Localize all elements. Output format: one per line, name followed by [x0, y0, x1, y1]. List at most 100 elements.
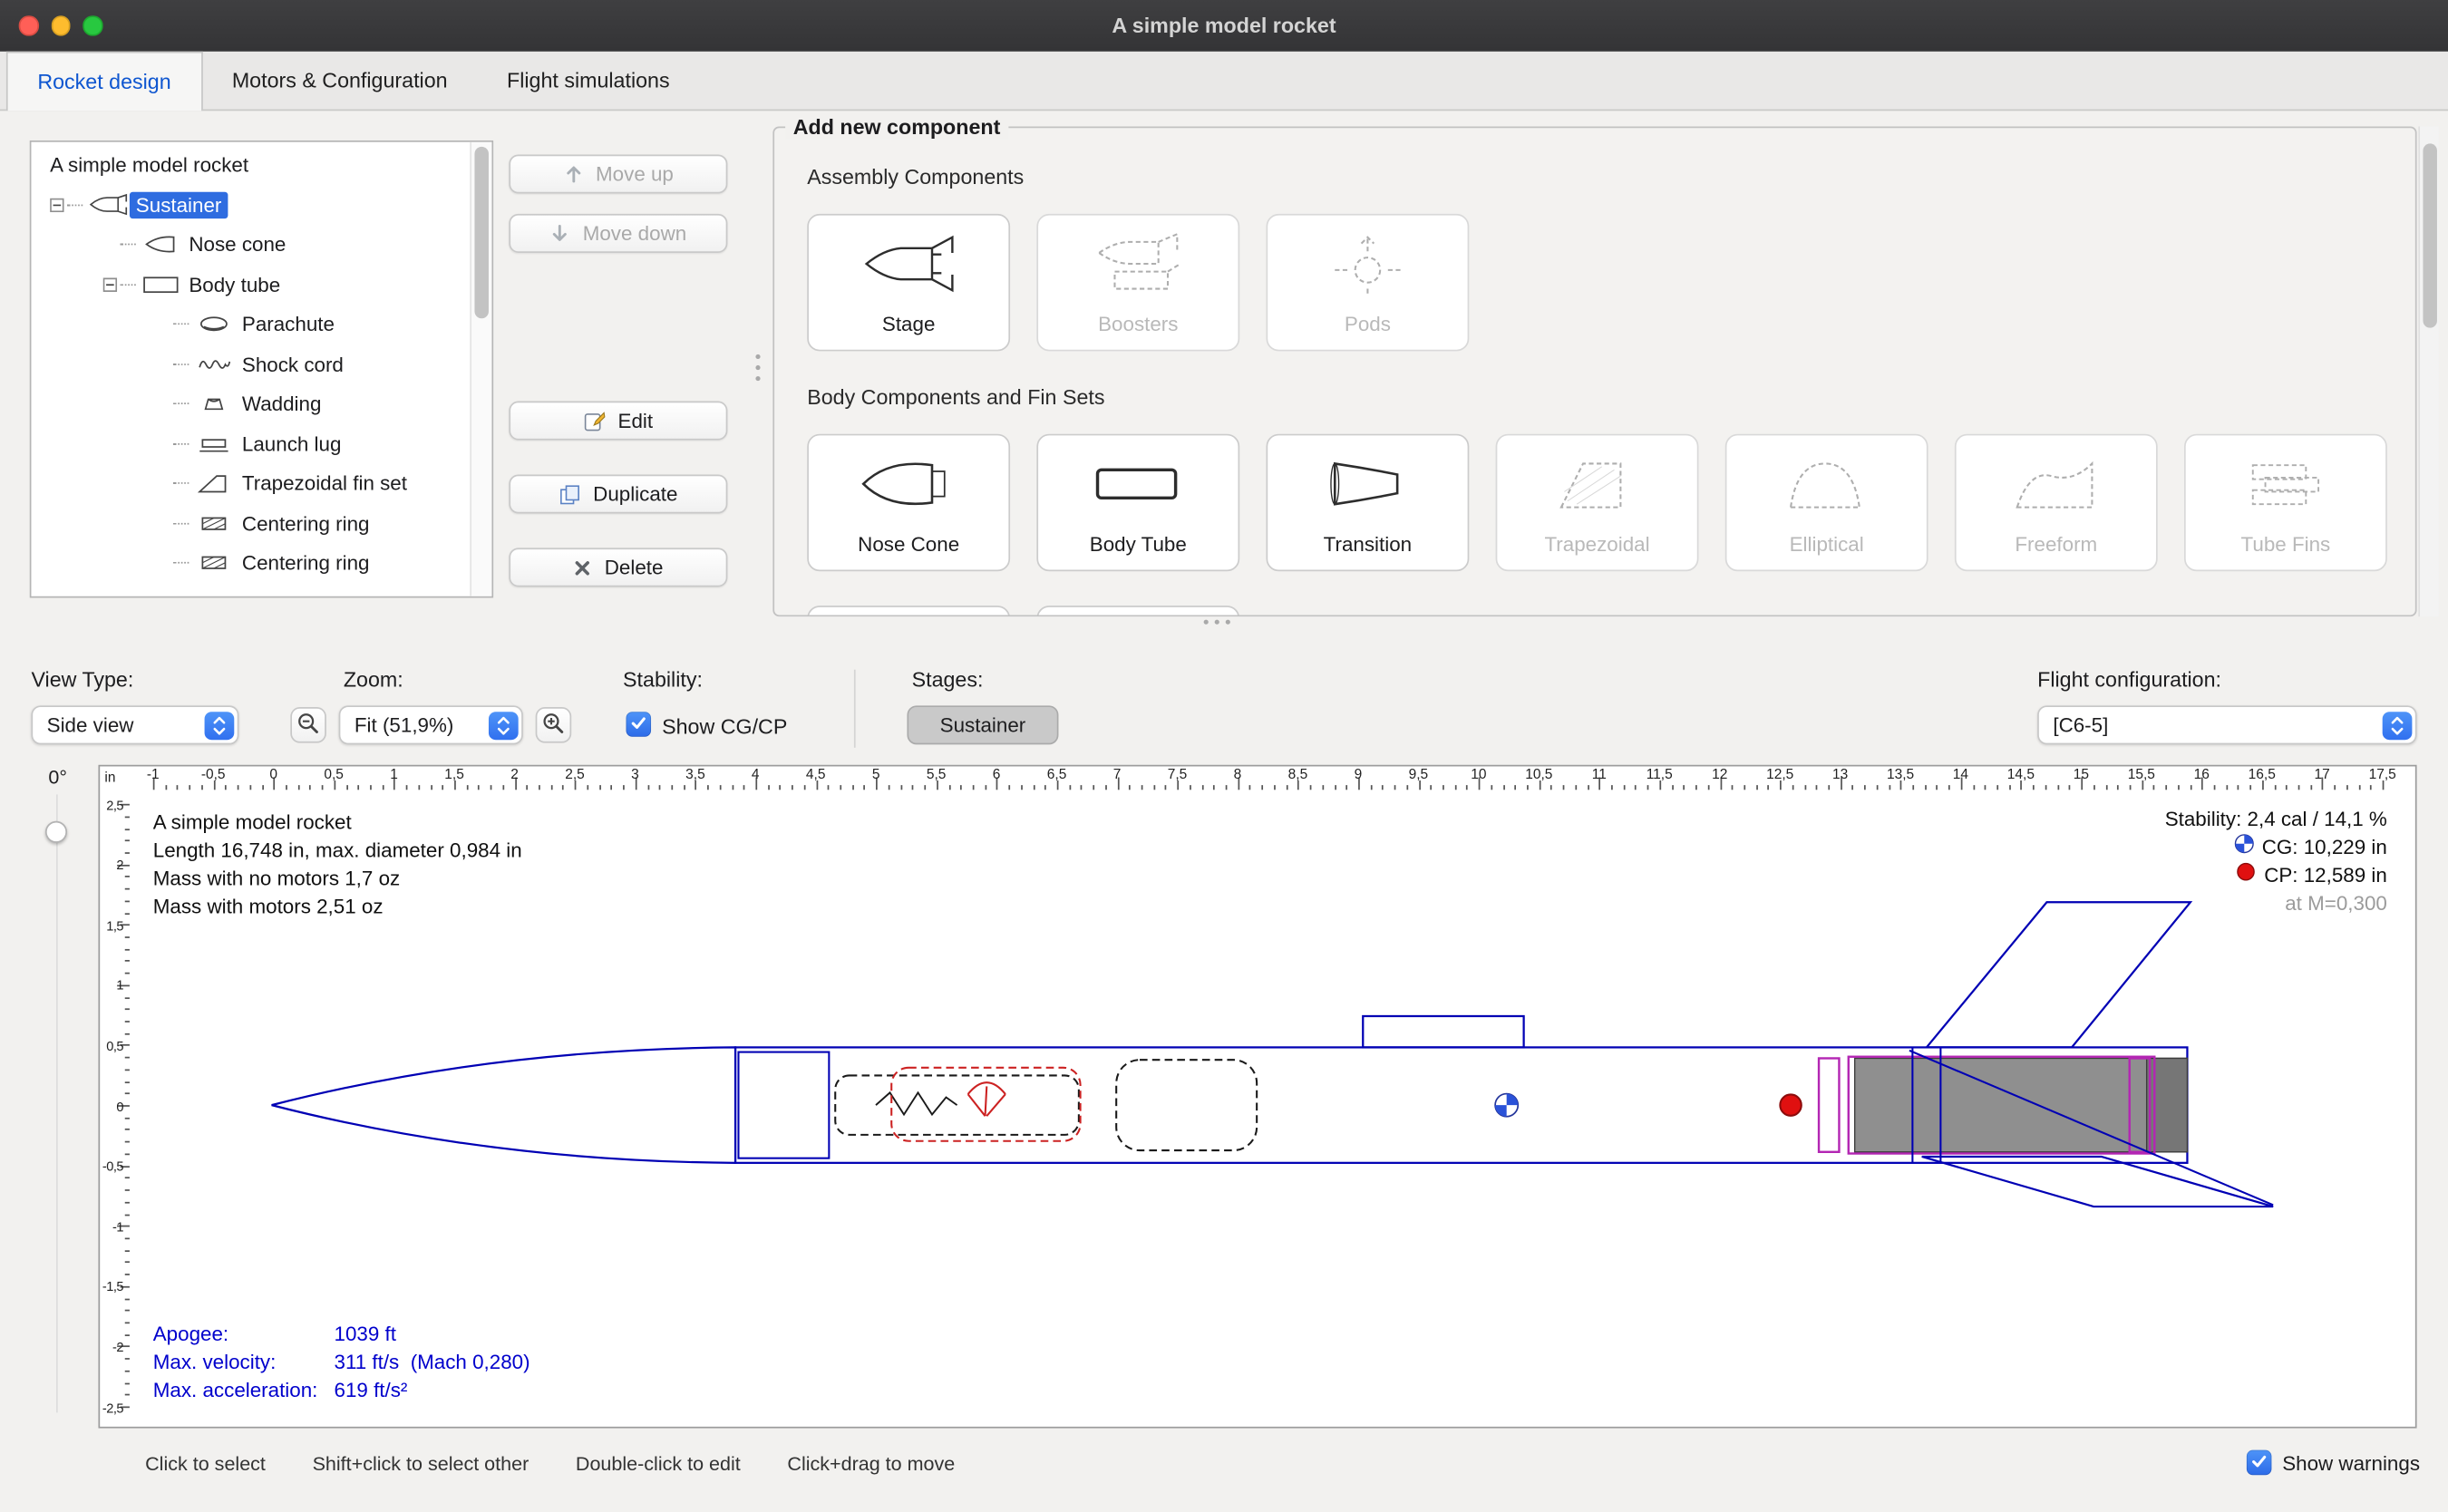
- component-trapezoidal-button: Trapezoidal: [1496, 434, 1699, 572]
- tree-scrollbar-thumb[interactable]: [474, 147, 488, 318]
- flight-stat-label: Max. acceleration:: [153, 1377, 335, 1405]
- openrocket-window: A simple model rocket Rocket design Moto…: [0, 0, 2448, 1512]
- tree-item-sustainer[interactable]: Sustainer: [31, 185, 470, 225]
- zoom-in-button[interactable]: [536, 707, 572, 743]
- component-transition-button[interactable]: Transition: [1266, 434, 1469, 572]
- rotation-slider-thumb[interactable]: [45, 821, 67, 843]
- component-label: Freeform: [2015, 532, 2097, 556]
- expander-icon[interactable]: [47, 198, 67, 211]
- rocket-canvas[interactable]: -1-0,500,511,522,533,544,555,566,577,588…: [98, 765, 2416, 1429]
- minimize-button[interactable]: [51, 16, 71, 36]
- flight-config-select[interactable]: [C6-5]: [2037, 705, 2416, 744]
- tree-item-shock-cord[interactable]: Shock cord: [31, 344, 470, 384]
- tree-item-body-tube[interactable]: Body tube: [31, 265, 470, 305]
- titlebar: A simple model rocket: [0, 0, 2448, 52]
- component-label: Pods: [1345, 312, 1391, 335]
- fin-freeform-icon: [2002, 435, 2112, 532]
- fin-far-edge-line: [1909, 1051, 2273, 1205]
- expander-icon[interactable]: [100, 277, 120, 291]
- checkmark-icon: [629, 712, 648, 736]
- select-stepper-icon: [488, 711, 518, 739]
- delete-button[interactable]: Delete: [509, 548, 727, 586]
- tree-item-trapezoidal-fin-set[interactable]: Trapezoidal fin set: [31, 463, 470, 503]
- edit-button[interactable]: Edit: [509, 402, 727, 441]
- centering-ring-icon: [192, 553, 236, 573]
- component-card-partial[interactable]: [807, 606, 1010, 616]
- zoom-out-button[interactable]: [290, 707, 326, 743]
- flight-config-value: [C6-5]: [2053, 713, 2108, 737]
- tree-scrollbar[interactable]: [470, 142, 491, 596]
- info-mass-motors: Mass with motors 2,51 oz: [153, 893, 522, 921]
- show-warnings-checkbox[interactable]: [2247, 1450, 2272, 1476]
- fin-elliptical-icon: [1772, 435, 1881, 532]
- cg-marker: [1494, 1092, 1520, 1118]
- stages-label: Stages:: [912, 668, 984, 692]
- select-stepper-icon: [204, 711, 234, 739]
- zoom-select[interactable]: Fit (51,9%): [339, 705, 523, 744]
- fullscreen-button[interactable]: [83, 16, 102, 36]
- panel-resize-handle[interactable]: [1204, 620, 1230, 625]
- cp-value: CP: 12,589 in: [2264, 862, 2387, 890]
- delete-icon: [573, 558, 592, 577]
- tree-item-wadding[interactable]: Wadding: [31, 384, 470, 424]
- centering-ring-shape: [1819, 1058, 1839, 1151]
- panel-splitter-handle[interactable]: [755, 354, 760, 381]
- tree-item-label: Centering ring: [236, 510, 375, 537]
- fin-trapezoidal-icon: [1542, 435, 1652, 532]
- tree-item-centering-ring[interactable]: Centering ring: [31, 543, 470, 583]
- parachute-glyph: [968, 1082, 1005, 1116]
- show-cgcp-checkbox[interactable]: [626, 712, 651, 737]
- stage-icon: [854, 216, 964, 313]
- window-title: A simple model rocket: [1112, 14, 1336, 37]
- tube-fins-icon: [2231, 435, 2341, 532]
- component-label: Transition: [1324, 532, 1412, 556]
- tab-rocket-design[interactable]: Rocket design: [6, 52, 202, 111]
- component-body-tube-button[interactable]: Body Tube: [1036, 434, 1239, 572]
- arrow-up-icon: [563, 164, 583, 184]
- view-type-select[interactable]: Side view: [31, 705, 238, 744]
- tree-connector: [173, 443, 189, 445]
- tree-connector: [67, 204, 83, 206]
- tree-item-label: Body tube: [182, 271, 287, 297]
- cp-marker: [1778, 1092, 1803, 1118]
- component-nose-cone-button[interactable]: Nose Cone: [807, 434, 1010, 572]
- tab-motors-configuration[interactable]: Motors & Configuration: [202, 52, 477, 110]
- component-label: Boosters: [1098, 312, 1178, 335]
- component-tree-panel: A simple model rocketSustainerNose cone B…: [30, 141, 493, 598]
- duplicate-button[interactable]: Duplicate: [509, 474, 727, 513]
- tab-bar: Rocket design Motors & Configuration Fli…: [0, 52, 2448, 111]
- component-card-partial[interactable]: [1036, 606, 1239, 616]
- tree-item-launch-lug[interactable]: Launch lug: [31, 424, 470, 464]
- button-label: Move up: [596, 162, 674, 186]
- select-stepper-icon: [2382, 711, 2412, 739]
- window-scrollbar-thumb[interactable]: [2423, 143, 2436, 327]
- transition-icon: [1313, 435, 1423, 532]
- boosters-icon: [1083, 216, 1193, 313]
- flight-stats: Apogee:1039 ftMax. velocity:311 ft/s (Ma…: [153, 1321, 530, 1405]
- move-down-button: Move down: [509, 214, 727, 253]
- tree-item-centering-ring[interactable]: Centering ring: [31, 503, 470, 543]
- rotation-slider-track[interactable]: [55, 794, 57, 1412]
- component-pods-button: Pods: [1266, 214, 1469, 352]
- button-label: Move down: [583, 222, 686, 246]
- launch-lug-shape: [1363, 1016, 1523, 1047]
- tree-item-a-simple-model-rocket[interactable]: A simple model rocket: [31, 145, 470, 185]
- show-warnings-label: Show warnings: [2282, 1451, 2420, 1475]
- flight-stat-label: Apogee:: [153, 1321, 335, 1349]
- tree-item-parachute[interactable]: Parachute: [31, 305, 470, 344]
- fin-tab-lines: [1912, 1047, 1940, 1162]
- component-stage-button[interactable]: Stage: [807, 214, 1010, 352]
- tree-item-nose-cone[interactable]: Nose cone: [31, 225, 470, 265]
- fin-set-icon: [192, 472, 236, 494]
- view-type-value: Side view: [47, 713, 134, 737]
- tab-flight-simulations[interactable]: Flight simulations: [477, 52, 699, 110]
- rocket-icon: [86, 194, 130, 216]
- button-label: Delete: [605, 556, 664, 579]
- nose-shoulder-shape: [738, 1052, 829, 1158]
- show-warnings-control: Show warnings: [2247, 1450, 2420, 1476]
- edit-icon: [584, 410, 606, 431]
- close-button[interactable]: [19, 16, 39, 36]
- shock-cord-icon: [192, 354, 236, 373]
- window-scrollbar[interactable]: [2418, 126, 2438, 616]
- stage-toggle-sustainer[interactable]: Sustainer: [907, 705, 1058, 744]
